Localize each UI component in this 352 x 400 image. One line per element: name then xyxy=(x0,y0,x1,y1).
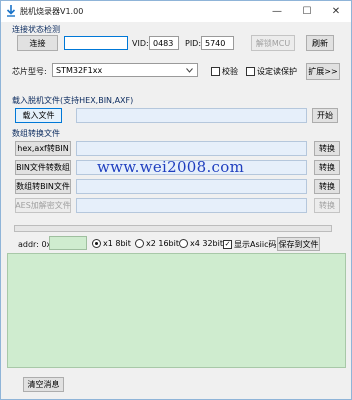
vid-label: VID: xyxy=(132,39,149,48)
addr-label: addr: 0x xyxy=(18,240,52,249)
title-bar: 脱机烧录器V1.00 — ☐ ✕ xyxy=(1,1,351,22)
maximize-icon: ☐ xyxy=(302,5,312,17)
app-window: 脱机烧录器V1.00 — ☐ ✕ 连接状态检测 连接 VID: 0483 PID… xyxy=(0,0,352,400)
addr-field[interactable] xyxy=(49,236,87,250)
clear-messages-button[interactable]: 清空消息 xyxy=(23,377,64,392)
pid-label: PID: xyxy=(185,39,202,48)
refresh-button[interactable]: 刷新 xyxy=(306,35,334,51)
unlock-mcu-button[interactable]: 解锁MCU xyxy=(251,35,295,51)
radio-8bit-label: x1 8bit xyxy=(103,239,131,248)
radio-8bit[interactable]: x1 8bit xyxy=(92,239,131,248)
show-ascii-checkbox[interactable]: ✓ 显示Asiic码 xyxy=(223,239,276,250)
bin-to-array-button[interactable]: BIN文件转数组 xyxy=(15,160,71,175)
show-ascii-checkbox-label: 显示Asiic码 xyxy=(234,240,277,249)
save-to-file-button[interactable]: 保存到文件 xyxy=(277,237,320,251)
aes-encrypt-button[interactable]: AES加解密文件 xyxy=(15,198,71,213)
start-button[interactable]: 开始 xyxy=(312,108,338,123)
connect-button[interactable]: 连接 xyxy=(17,35,58,51)
download-arrow-icon xyxy=(6,5,16,17)
chevron-down-icon xyxy=(186,68,193,73)
bin-to-array-convert-button[interactable]: 转换 xyxy=(314,160,340,175)
verify-checkbox-box xyxy=(211,67,220,76)
port-field[interactable] xyxy=(64,36,128,50)
chip-model-select[interactable]: STM32F1xx xyxy=(52,63,198,77)
chip-model-label: 芯片型号: xyxy=(12,67,47,76)
array-to-bin-path xyxy=(76,179,307,194)
expand-button[interactable]: 扩展>> xyxy=(306,63,340,80)
radio-8bit-dot xyxy=(92,239,101,248)
minimize-icon: — xyxy=(272,5,282,17)
verify-checkbox-label: 校验 xyxy=(222,67,238,76)
load-section-label: 载入脱机文件(支持HEX,BIN,AXF) xyxy=(12,96,134,105)
radio-16bit-label: x2 16bit xyxy=(146,239,179,248)
aes-encrypt-path xyxy=(76,198,307,213)
array-to-bin-button[interactable]: 数组转BIN文件 xyxy=(15,179,71,194)
vid-field[interactable]: 0483 xyxy=(149,36,179,50)
array-to-bin-convert-button[interactable]: 转换 xyxy=(314,179,340,194)
verify-checkbox[interactable]: 校验 xyxy=(211,66,238,77)
aes-encrypt-convert-button[interactable]: 转换 xyxy=(314,198,340,213)
window-title: 脱机烧录器V1.00 xyxy=(20,7,84,16)
radio-16bit-dot xyxy=(135,239,144,248)
radio-32bit-dot xyxy=(179,239,188,248)
pid-field[interactable]: 5740 xyxy=(201,36,234,50)
radio-16bit[interactable]: x2 16bit xyxy=(135,239,179,248)
close-icon: ✕ xyxy=(331,5,341,17)
hex-axf-to-bin-button[interactable]: hex,axf转BIN xyxy=(15,141,71,156)
chip-model-value: STM32F1xx xyxy=(56,65,103,75)
show-ascii-checkbox-box: ✓ xyxy=(223,240,232,249)
maximize-button[interactable]: ☐ xyxy=(292,1,322,21)
convert-section-label: 数组转换文件 xyxy=(12,129,60,138)
radio-32bit-label: x4 32bit xyxy=(190,239,223,248)
minimize-button[interactable]: — xyxy=(262,1,292,21)
progress-bar xyxy=(14,225,332,232)
close-button[interactable]: ✕ xyxy=(321,1,351,21)
read-protect-checkbox-label: 设定读保护 xyxy=(257,67,297,76)
load-file-path xyxy=(76,108,307,123)
hex-axf-to-bin-convert-button[interactable]: 转换 xyxy=(314,141,340,156)
watermark-text: www.wei2008.com xyxy=(97,158,245,176)
connection-section-label: 连接状态检测 xyxy=(12,25,60,34)
message-log[interactable] xyxy=(7,253,346,368)
read-protect-checkbox-box xyxy=(246,67,255,76)
hex-axf-to-bin-path xyxy=(76,141,307,156)
load-file-button[interactable]: 载入文件 xyxy=(15,108,62,123)
radio-32bit[interactable]: x4 32bit xyxy=(179,239,223,248)
read-protect-checkbox[interactable]: 设定读保护 xyxy=(246,66,297,77)
